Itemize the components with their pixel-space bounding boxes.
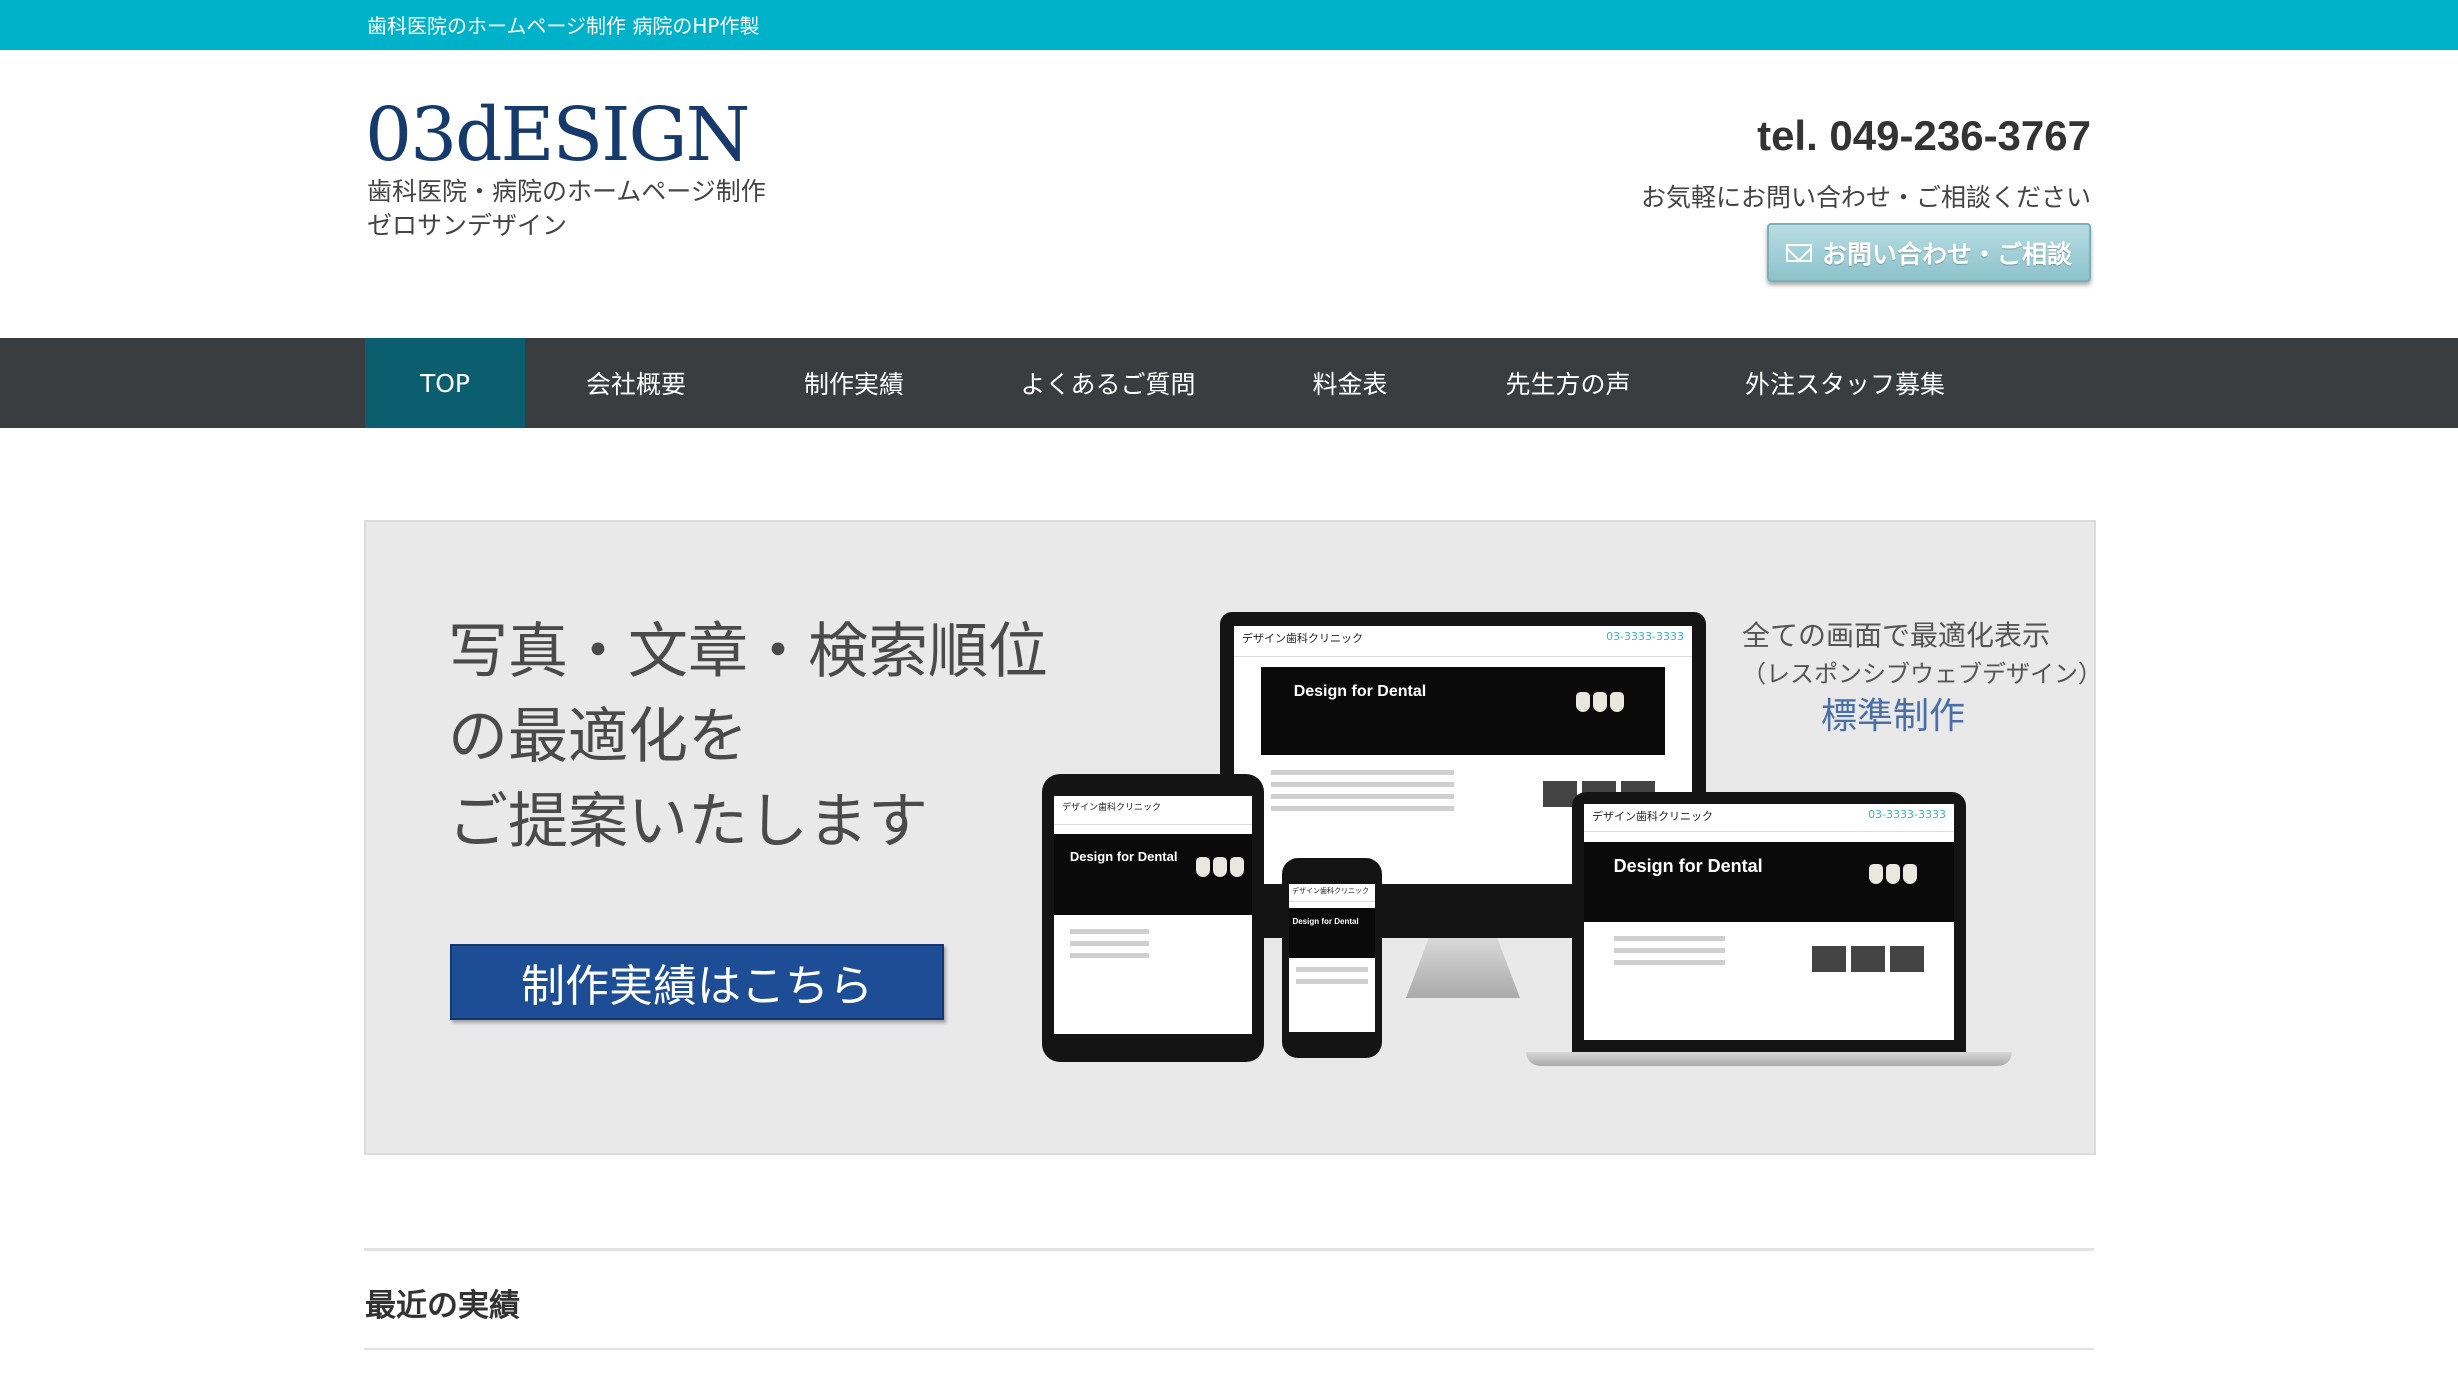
- section-divider-bottom: [364, 1348, 2094, 1350]
- contact-note: お気軽にお問い合わせ・ご相談ください: [1640, 183, 2091, 212]
- laptop-mockup: デザイン歯科クリニック 03-3333-3333 Design for Dent…: [1572, 792, 1966, 1052]
- main-nav: TOP 会社概要 制作実績 よくあるご質問 料金表 先生方の声 外注スタッフ募集: [0, 338, 2458, 428]
- laptop-text-lines: [1613, 936, 1725, 972]
- laptop-site-header: デザイン歯科クリニック 03-3333-3333: [1584, 804, 1954, 833]
- top-bar: 歯科医院のホームページ制作 病院のHP作製: [0, 0, 2458, 50]
- responsive-caption-3: 標準制作: [1821, 696, 1966, 737]
- laptop-screen: デザイン歯科クリニック 03-3333-3333 Design for Dent…: [1584, 804, 1954, 1040]
- tablet-text-lines: [1069, 929, 1150, 965]
- nav-item-company[interactable]: 会社概要: [548, 338, 724, 428]
- laptop-headline: Design for Dental: [1613, 856, 1763, 877]
- nav-item-faq[interactable]: よくあるご質問: [990, 338, 1226, 428]
- contact-button-label: お問い合わせ・ご相談: [1821, 239, 2072, 269]
- laptop-phone: 03-3333-3333: [1868, 808, 1946, 821]
- mock-hero: Design for Dental: [1261, 667, 1665, 755]
- phone-headline: Design for Dental: [1292, 916, 1359, 926]
- mock-phone: 03-3333-3333: [1606, 630, 1684, 643]
- site-logo[interactable]: 03dESIGN: [365, 95, 750, 175]
- nav-item-works[interactable]: 制作実績: [764, 338, 944, 428]
- laptop-base: [1526, 1052, 2012, 1066]
- monitor-stand: [1406, 938, 1520, 998]
- site-tagline: 歯科医院・病院のホームページ制作 ゼロサンデザイン: [367, 175, 766, 243]
- phone-text-lines: [1295, 966, 1369, 991]
- nav-item-testimonials[interactable]: 先生方の声: [1470, 338, 1666, 428]
- works-button[interactable]: 制作実績はこちら: [450, 944, 944, 1020]
- hero-banner: 写真・文章・検索順位 の最適化を ご提案いたします 制作実績はこちら 全ての画面…: [364, 520, 2096, 1155]
- mock-site-header: デザイン歯科クリニック 03-3333-3333: [1234, 626, 1692, 657]
- teeth-image: [1576, 691, 1625, 712]
- tablet-hero: Design for Dental: [1054, 834, 1252, 915]
- laptop-hero: Design for Dental: [1584, 841, 1954, 922]
- mock-text-lines: [1270, 770, 1454, 818]
- responsive-caption-1: 全ての画面で最適化表示: [1742, 619, 2051, 652]
- tablet-mockup: デザイン歯科クリニック Design for Dental: [1042, 774, 1264, 1062]
- laptop-site-name: デザイン歯科クリニック: [1592, 810, 1713, 823]
- tablet-screen: デザイン歯科クリニック Design for Dental: [1054, 796, 1252, 1034]
- phone-hero: Design for Dental: [1289, 907, 1375, 958]
- phone-number[interactable]: tel. 049-236-3767: [1757, 112, 2091, 160]
- section-title: 最近の実績: [365, 1288, 520, 1324]
- tablet-teeth-image: [1196, 856, 1245, 877]
- mock-site-name: デザイン歯科クリニック: [1242, 632, 1363, 645]
- contact-button[interactable]: お問い合わせ・ご相談: [1767, 223, 2091, 282]
- tagline-line-2: ゼロサンデザイン: [367, 211, 568, 240]
- hero-line-3: ご提案いたします: [448, 787, 928, 857]
- tablet-headline: Design for Dental: [1069, 848, 1178, 864]
- mock-headline: Design for Dental: [1293, 683, 1427, 701]
- responsive-caption-2: （レスポンシブウェブデザイン）: [1742, 660, 2096, 688]
- laptop-teeth-image: [1869, 864, 1917, 885]
- phone-site-header: デザイン歯科クリニック: [1289, 884, 1375, 902]
- phone-site-name: デザイン歯科クリニック: [1292, 887, 1369, 895]
- tablet-site-name: デザイン歯科クリニック: [1062, 803, 1162, 813]
- hero-line-1: 写真・文章・検索順位: [448, 617, 1048, 687]
- mail-icon: [1785, 243, 1812, 262]
- hero-line-2: の最適化を: [448, 702, 748, 772]
- nav-item-recruit[interactable]: 外注スタッフ募集: [1720, 338, 1970, 428]
- hero-headline: 写真・文章・検索順位 の最適化を ご提案いたします: [448, 610, 1048, 865]
- nav-item-top[interactable]: TOP: [365, 338, 525, 428]
- nav-item-pricing[interactable]: 料金表: [1270, 338, 1430, 428]
- section-divider: [364, 1248, 2094, 1251]
- tablet-site-header: デザイン歯科クリニック: [1054, 796, 1252, 825]
- top-bar-text: 歯科医院のホームページ制作 病院のHP作製: [367, 14, 760, 38]
- phone-screen: デザイン歯科クリニック Design for Dental: [1289, 884, 1375, 1032]
- laptop-thumbnails: [1812, 945, 1925, 972]
- tagline-line-1: 歯科医院・病院のホームページ制作: [367, 177, 766, 206]
- phone-mockup: デザイン歯科クリニック Design for Dental: [1282, 858, 1382, 1058]
